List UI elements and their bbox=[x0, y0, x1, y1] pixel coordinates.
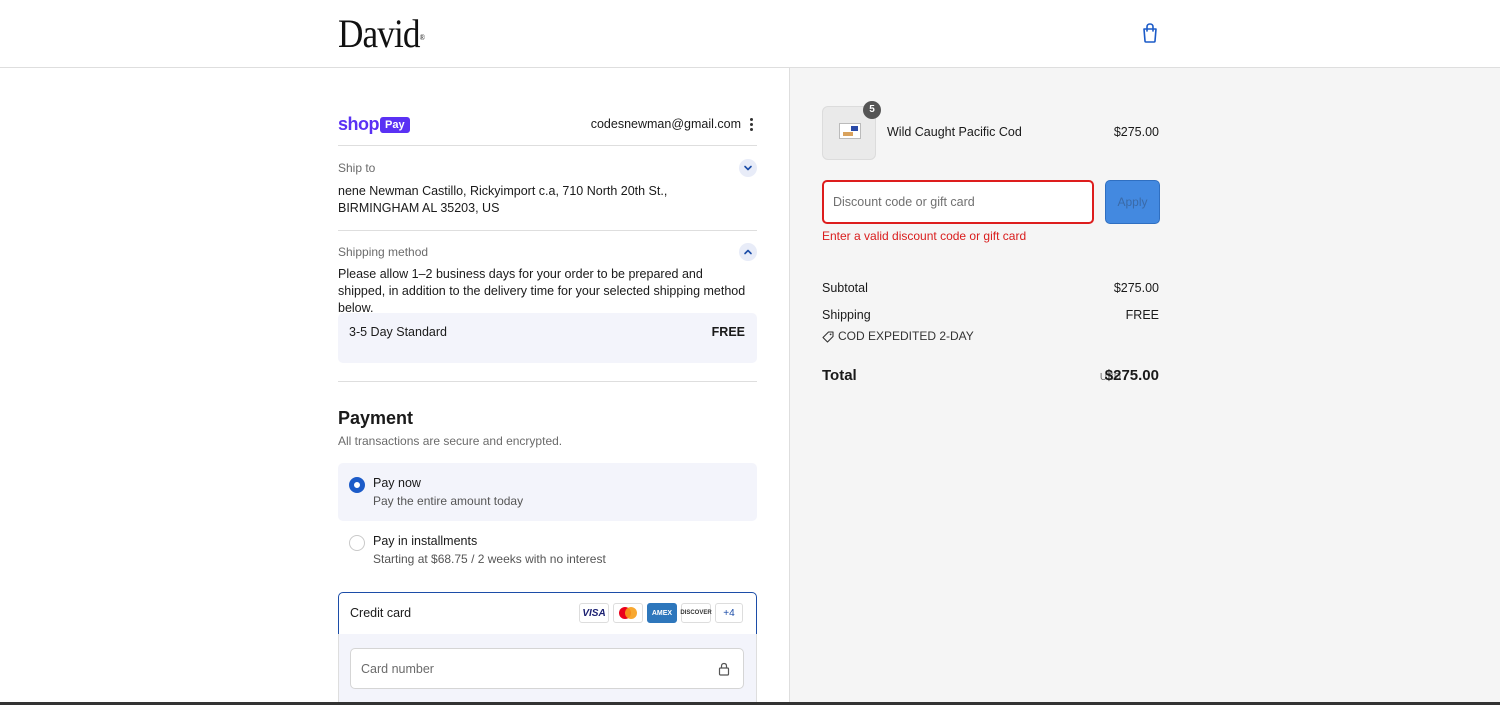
discover-logo-icon: DISCOVER bbox=[680, 603, 712, 623]
order-summary-panel bbox=[789, 68, 1500, 705]
chevron-up-icon bbox=[744, 249, 752, 255]
discount-field[interactable] bbox=[822, 180, 1094, 224]
pay-now-radio[interactable] bbox=[349, 477, 365, 493]
lock-icon bbox=[718, 662, 730, 676]
amex-logo-icon: AMEX bbox=[647, 603, 677, 623]
quantity-badge: 5 bbox=[863, 101, 881, 119]
discount-input[interactable] bbox=[824, 182, 1092, 222]
subtotal-label: Subtotal bbox=[822, 281, 868, 295]
product-name: Wild Caught Pacific Cod bbox=[887, 125, 1022, 139]
card-number-field[interactable] bbox=[350, 648, 744, 689]
pay-now-option[interactable]: Pay now Pay the entire amount today bbox=[338, 463, 757, 521]
shipping-method-toggle[interactable] bbox=[739, 243, 757, 261]
shop-pay-badge: Pay bbox=[380, 117, 410, 133]
payment-title: Payment bbox=[338, 408, 414, 428]
pay-installments-title: Pay in installments bbox=[373, 534, 478, 548]
shipping-value: FREE bbox=[1125, 308, 1159, 322]
more-options-icon[interactable] bbox=[747, 117, 755, 133]
shop-pay-email: codesnewman@gmail.com bbox=[590, 117, 741, 131]
shopping-bag-icon[interactable] bbox=[1140, 22, 1160, 44]
payment-subtitle: All transactions are secure and encrypte… bbox=[338, 434, 563, 448]
ship-to-address: nene Newman Castillo, Rickyimport c.a, 7… bbox=[338, 184, 668, 215]
visa-logo-icon: VISA bbox=[579, 603, 609, 623]
ship-to-label: Ship to bbox=[338, 161, 376, 175]
shipping-rate-name: COD EXPEDITED 2-DAY bbox=[838, 329, 974, 343]
total-value: $275.00 bbox=[1104, 367, 1159, 384]
shipping-note: Please allow 1–2 business days for your … bbox=[338, 267, 746, 315]
shipping-label: Shipping bbox=[822, 308, 871, 322]
pay-installments-subtitle: Starting at $68.75 / 2 weeks with no int… bbox=[373, 552, 606, 566]
pay-installments-radio[interactable] bbox=[349, 535, 365, 551]
card-brand-logos: VISA AMEX DISCOVER +4 bbox=[579, 603, 743, 625]
card-number-input[interactable] bbox=[351, 649, 743, 688]
store-logo-text: David bbox=[338, 11, 421, 56]
ship-to-toggle[interactable] bbox=[739, 159, 757, 177]
store-logo[interactable]: David® bbox=[338, 11, 425, 56]
shipping-option-price: FREE bbox=[711, 325, 745, 339]
discount-error-message: Enter a valid discount code or gift card bbox=[822, 229, 1027, 243]
shipping-option[interactable]: 3-5 Day Standard FREE bbox=[338, 313, 757, 363]
pay-now-title: Pay now bbox=[373, 476, 421, 490]
shop-pay-logo: shop bbox=[338, 114, 380, 134]
registered-mark: ® bbox=[419, 33, 425, 42]
pay-now-subtitle: Pay the entire amount today bbox=[373, 494, 524, 508]
divider bbox=[338, 230, 757, 231]
more-card-brands[interactable]: +4 bbox=[715, 603, 743, 623]
subtotal-value: $275.00 bbox=[1113, 281, 1159, 295]
divider bbox=[338, 381, 757, 382]
header: David® bbox=[0, 0, 1500, 68]
shop-pay-account: shop Pay codesnewman@gmail.com bbox=[338, 112, 757, 146]
total-label: Total bbox=[822, 367, 857, 384]
credit-card-option[interactable]: Credit card VISA AMEX DISCOVER +4 bbox=[338, 592, 757, 635]
chevron-down-icon bbox=[744, 165, 752, 171]
credit-card-label: Credit card bbox=[350, 606, 412, 620]
apply-discount-button[interactable]: Apply bbox=[1105, 180, 1160, 224]
shipping-option-name: 3-5 Day Standard bbox=[349, 325, 447, 339]
pay-installments-option[interactable]: Pay in installments Starting at $68.75 /… bbox=[338, 521, 757, 579]
shipping-method-label: Shipping method bbox=[338, 245, 429, 259]
product-price: $275.00 bbox=[1113, 125, 1159, 139]
product-image bbox=[839, 123, 861, 139]
tag-icon bbox=[822, 331, 834, 343]
mastercard-logo-icon bbox=[613, 603, 643, 623]
